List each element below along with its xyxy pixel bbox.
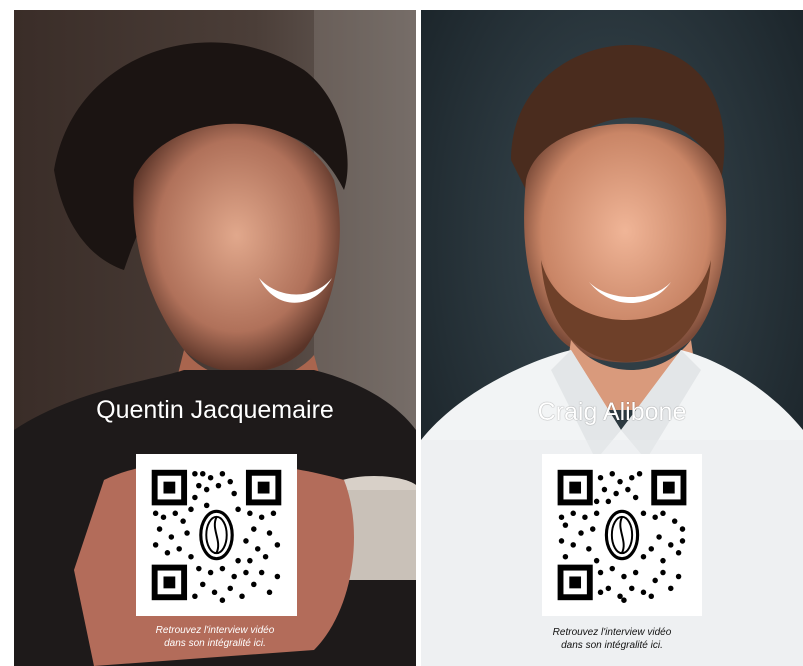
caption-line-1: Retrouvez l'interview vidéo [552, 627, 672, 638]
video-caption[interactable]: Retrouvez l'interview vidéo dans son int… [14, 624, 416, 650]
qr-code[interactable] [542, 454, 702, 616]
caption-line-2: dans son intégralité ici. [164, 638, 266, 649]
qr-code-icon [151, 469, 282, 603]
coffee-bean-icon [604, 509, 640, 561]
qr-code[interactable] [136, 454, 297, 616]
video-caption[interactable]: Retrouvez l'interview vidéo dans son int… [421, 626, 803, 652]
caption-line-2: dans son intégralité ici. [561, 640, 663, 651]
person-name: Craig Alibone [537, 398, 687, 426]
profile-card-right: Craig Alibone Retrouvez l'interview vidé… [421, 10, 803, 666]
qr-code-icon [557, 469, 687, 603]
person-name: Quentin Jacquemaire [96, 396, 334, 424]
profile-card-left: Quentin Jacquemaire Retrouvez l'intervie… [14, 10, 416, 666]
coffee-bean-icon [199, 509, 234, 561]
caption-line-1: Retrouvez l'interview vidéo [155, 625, 275, 636]
